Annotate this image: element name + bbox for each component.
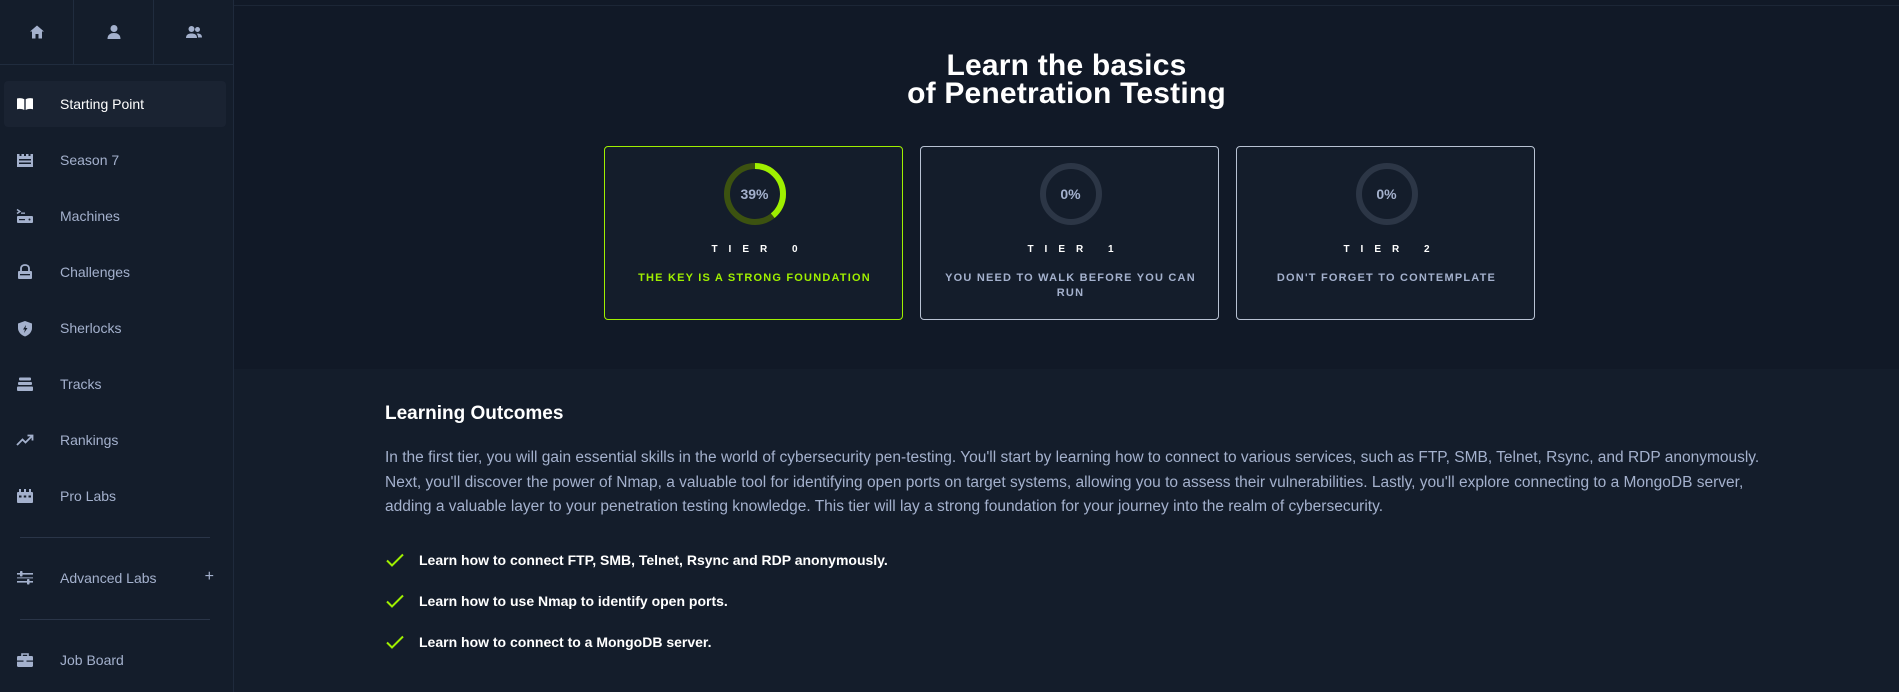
check-icon (385, 634, 405, 650)
outcome-text: Learn how to connect to a MongoDB server… (419, 634, 712, 650)
tier-card-1[interactable]: 0% TIER 1 YOU NEED TO WALK BEFORE YOU CA… (920, 146, 1219, 320)
tier-card-0[interactable]: 39% TIER 0 THE KEY IS A STRONG FOUNDATIO… (604, 146, 903, 320)
section-description: In the first tier, you will gain essenti… (385, 449, 1760, 515)
check-icon (385, 593, 405, 609)
tier-label: TIER 0 (711, 244, 809, 255)
tier-label: TIER 2 (1343, 244, 1441, 255)
sidebar-item-label: Advanced Labs (60, 570, 157, 586)
hero-section: Learn the basics of Penetration Testing … (234, 6, 1899, 369)
tier-subtitle: YOU NEED TO WALK BEFORE YOU CAN RUN (945, 272, 1196, 299)
sidebar-item-sherlocks[interactable]: Sherlocks (4, 305, 226, 351)
lock-icon (14, 263, 36, 281)
sidebar-item-label: Sherlocks (60, 320, 122, 336)
tier-card-2[interactable]: 0% TIER 2 DON'T FORGET TO CONTEMPLATE (1236, 146, 1535, 320)
castle-icon (14, 151, 36, 169)
sidebar-item-season-7[interactable]: Season 7 (4, 137, 226, 183)
outcome-text: Learn how to connect FTP, SMB, Telnet, R… (419, 552, 888, 568)
profile-button[interactable] (74, 0, 154, 64)
sidebar-item-label: Pro Labs (60, 488, 117, 504)
sidebar-item-starting-point[interactable]: Starting Point (4, 81, 226, 127)
sidebar-top-buttons (0, 0, 233, 65)
home-icon (29, 25, 44, 39)
tier-percent: 0% (1376, 186, 1397, 202)
title-line-2: of Penetration Testing (907, 77, 1226, 110)
page-title: Learn the basics of Penetration Testing (234, 49, 1899, 110)
check-icon (385, 552, 405, 568)
sidebar-item-label: Job Board (60, 652, 124, 668)
team-icon (185, 26, 202, 38)
user-icon (107, 25, 120, 39)
shield-icon (14, 319, 36, 337)
sidebar-item-machines[interactable]: Machines (4, 193, 226, 239)
tier-percent: 39% (740, 186, 769, 202)
home-button[interactable] (0, 0, 74, 64)
sidebar-item-label: Challenges (60, 264, 131, 280)
sidebar-item-label: Tracks (60, 376, 102, 392)
trend-up-icon (14, 431, 36, 449)
tier-label: TIER 1 (1027, 244, 1125, 255)
sidebar-item-challenges[interactable]: Challenges (4, 249, 226, 295)
sidebar: Starting Point Season 7 Machines Challen… (0, 0, 234, 692)
tier-subtitle: THE KEY IS A STRONG FOUNDATION (638, 272, 871, 284)
sidebar-item-label: Starting Point (60, 96, 145, 112)
sidebar-item-tracks[interactable]: Tracks (4, 361, 226, 407)
book-icon (14, 95, 36, 113)
sidebar-item-label: Season 7 (60, 152, 120, 168)
server-terminal-icon (14, 207, 36, 225)
tier-subtitle: DON'T FORGET TO CONTEMPLATE (1276, 272, 1497, 284)
sidebar-item-rankings[interactable]: Rankings (4, 417, 226, 463)
stack-icon (14, 375, 36, 393)
lab-icon (14, 487, 36, 505)
sidebar-item-label: Machines (60, 208, 120, 224)
title-line-1: Learn the basics (946, 49, 1187, 82)
sidebar-item-pro-labs[interactable]: Pro Labs (4, 473, 226, 519)
outcome-text: Learn how to use Nmap to identify open p… (419, 593, 728, 609)
team-button[interactable] (154, 0, 233, 64)
sidebar-item-label: Rankings (60, 432, 119, 448)
sidebar-item-job-board[interactable]: Job Board (4, 637, 226, 683)
expand-icon[interactable]: + (205, 568, 214, 586)
list-item: Learn how to connect FTP, SMB, Telnet, R… (385, 549, 888, 571)
sidebar-item-advanced-labs[interactable]: Advanced Labs + (4, 555, 226, 601)
learning-outcomes-section: Learning Outcomes In the first tier, you… (234, 369, 1899, 692)
list-item: Learn how to connect to a MongoDB server… (385, 631, 711, 653)
list-item: Learn how to use Nmap to identify open p… (385, 590, 728, 612)
tier-percent: 0% (1060, 186, 1081, 202)
section-title: Learning Outcomes (385, 403, 564, 424)
sliders-icon (14, 569, 36, 587)
sidebar-divider (20, 619, 210, 620)
briefcase-icon (14, 651, 36, 669)
sidebar-divider (20, 537, 210, 538)
